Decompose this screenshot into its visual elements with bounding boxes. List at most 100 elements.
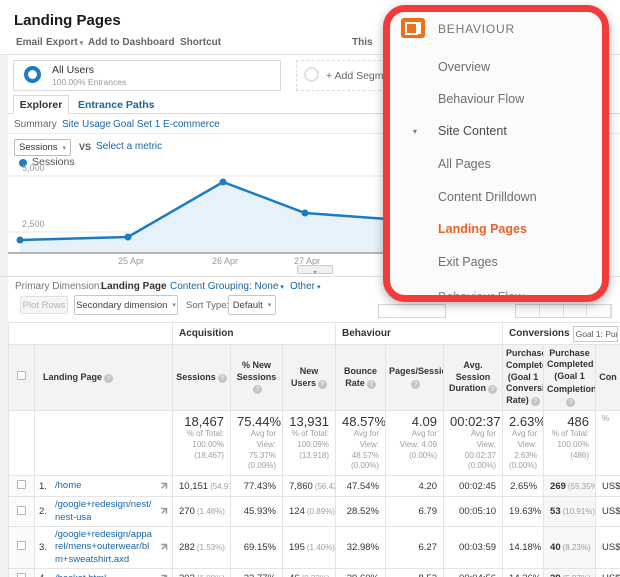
col-new-sessions[interactable]: % New Sessions? bbox=[231, 345, 283, 411]
col-new-users[interactable]: New Users? bbox=[283, 345, 336, 411]
cell-conversion-rate: 2.65% bbox=[503, 476, 544, 497]
subnav-goal-set-1[interactable]: Goal Set 1 bbox=[113, 119, 160, 130]
col-bounce-rate[interactable]: Bounce Rate? bbox=[336, 345, 386, 411]
table-row[interactable]: 3. /google+redesign/apparel/mens+outerwe… bbox=[9, 526, 620, 568]
y-tick-2500: 2,500 bbox=[22, 219, 45, 229]
total-value-partial: % bbox=[596, 411, 620, 476]
subnav-summary[interactable]: Summary bbox=[14, 119, 57, 130]
cell-new-sessions: 45.93% bbox=[231, 497, 283, 527]
cell-conversion-rate: 14.36% bbox=[503, 568, 544, 577]
help-icon[interactable]: ? bbox=[253, 385, 262, 394]
primary-dimension-label: Primary Dimension: bbox=[15, 281, 102, 292]
tab-explorer[interactable]: Explorer bbox=[13, 95, 69, 114]
total-new-users: 13,931% of Total: 100.09% (13,918) bbox=[283, 411, 336, 476]
col-landing-page[interactable]: Landing Page? bbox=[35, 345, 173, 411]
help-icon[interactable]: ? bbox=[566, 398, 575, 407]
menu-item-landing-pages[interactable]: Landing Pages bbox=[438, 222, 527, 236]
menu-item-overview[interactable]: Overview bbox=[438, 60, 490, 74]
subnav-ecommerce[interactable]: E-commerce bbox=[163, 119, 220, 130]
cell-bounce-rate: 47.54% bbox=[336, 476, 386, 497]
total-duration: 00:02:37Avg for View: 00:02:37 (0.00%) bbox=[444, 411, 503, 476]
table-search-input-partial[interactable] bbox=[378, 304, 446, 318]
col-goal-conversion-rate[interactable]: Purchase Completed (Goal 1 Conversion Ra… bbox=[503, 345, 544, 411]
table-row[interactable]: 4. /basket.html 202(1.09%) 22.77% 46(0.3… bbox=[9, 568, 620, 577]
select-all-checkbox[interactable] bbox=[9, 345, 35, 411]
row-checkbox[interactable] bbox=[9, 526, 35, 568]
help-icon[interactable]: ? bbox=[318, 380, 327, 389]
table-group-header-row: Acquisition Behaviour Conversions Goal 1… bbox=[9, 323, 620, 345]
y-tick-5000: 5,000 bbox=[22, 163, 45, 173]
tab-entrance-paths[interactable]: Entrance Paths bbox=[78, 99, 154, 111]
sort-type-label: Sort Type: bbox=[186, 300, 229, 311]
col-goal-completions-sorted[interactable]: Purchase Completed (Goal 1 Completions)↓… bbox=[544, 345, 596, 411]
table-view-buttons-partial[interactable] bbox=[515, 304, 612, 318]
menu-item-content-drilldown[interactable]: Content Drilldown bbox=[438, 190, 537, 204]
select-a-metric-link[interactable]: Select a metric bbox=[96, 141, 162, 152]
col-goal-value-partial[interactable]: Con bbox=[596, 345, 620, 411]
col-pages-session[interactable]: Pages/Session? bbox=[386, 345, 444, 411]
x-tick-26apr: 26 Apr bbox=[212, 256, 238, 266]
help-icon[interactable]: ? bbox=[367, 380, 376, 389]
chevron-down-icon: ▾ bbox=[268, 301, 272, 309]
primary-dimension-landing-page[interactable]: Landing Page bbox=[101, 281, 167, 292]
segment-donut-icon bbox=[24, 66, 41, 83]
shortcut-button[interactable]: Shortcut bbox=[180, 37, 221, 48]
external-link-icon[interactable] bbox=[159, 543, 168, 552]
row-checkbox[interactable] bbox=[9, 568, 35, 577]
goal-selector[interactable]: Goal 1: Purchase Comp bbox=[573, 326, 618, 342]
help-icon[interactable]: ? bbox=[488, 385, 497, 394]
cell-completions: 269(55.35%) bbox=[544, 476, 596, 497]
cell-completions: 53(10.91%) bbox=[544, 497, 596, 527]
add-to-dashboard-button[interactable]: Add to Dashboard bbox=[88, 37, 175, 48]
x-tick-25apr: 25 Apr bbox=[118, 256, 144, 266]
menu-item-behaviour-flow-2[interactable]: Behaviour Flow bbox=[438, 290, 524, 302]
cell-new-users: 46(0.33%) bbox=[283, 568, 336, 577]
date-range-partial[interactable]: This bbox=[352, 37, 373, 48]
cell-pages-session: 6.79 bbox=[386, 497, 444, 527]
metric-select[interactable]: Sessions▾ bbox=[14, 139, 71, 156]
sessions-line-chart[interactable] bbox=[8, 165, 388, 260]
sort-type-select[interactable]: Default▾ bbox=[228, 295, 276, 315]
row-number: 4. bbox=[39, 573, 50, 577]
menu-item-exit-pages[interactable]: Exit Pages bbox=[438, 255, 498, 269]
chart-expand-button[interactable]: ▾ bbox=[297, 265, 333, 274]
help-icon[interactable]: ? bbox=[218, 374, 227, 383]
row-checkbox[interactable] bbox=[9, 497, 35, 527]
landing-page-link[interactable]: /home bbox=[55, 480, 154, 492]
table-row[interactable]: 2. /google+redesign/nest/nest-usa 270(1.… bbox=[9, 497, 620, 527]
total-new-sessions: 75.44%Avg for View: 75.37% (0.09%) bbox=[231, 411, 283, 476]
menu-item-site-content[interactable]: Site Content bbox=[438, 124, 507, 138]
landing-page-link[interactable]: /basket.html bbox=[55, 573, 154, 577]
landing-page-link[interactable]: /google+redesign/nest/nest-usa bbox=[55, 499, 154, 524]
subnav-site-usage[interactable]: Site Usage bbox=[62, 119, 111, 130]
help-icon[interactable]: ? bbox=[531, 397, 540, 406]
help-icon[interactable]: ? bbox=[411, 380, 420, 389]
external-link-icon[interactable] bbox=[159, 482, 168, 491]
export-button[interactable]: Export▾ bbox=[46, 37, 83, 48]
col-sessions[interactable]: Sessions? bbox=[173, 345, 231, 411]
chevron-down-icon: ▾ bbox=[80, 40, 84, 47]
menu-item-all-pages[interactable]: All Pages bbox=[438, 157, 491, 171]
email-button[interactable]: Email bbox=[16, 37, 43, 48]
secondary-dimension-button[interactable]: Secondary dimension▾ bbox=[74, 295, 178, 315]
analytics-landing-pages-screen: Landing Pages Email Export▾ Add to Dashb… bbox=[0, 0, 620, 577]
cell-completions: 40(8.23%) bbox=[544, 526, 596, 568]
chevron-down-icon: ▾ bbox=[62, 144, 66, 152]
menu-item-behaviour-flow[interactable]: Behaviour Flow bbox=[438, 92, 524, 106]
col-avg-session-duration[interactable]: Avg. Session Duration? bbox=[444, 345, 503, 411]
help-icon[interactable]: ? bbox=[104, 374, 113, 383]
expand-arrow-icon[interactable]: ▾ bbox=[413, 127, 417, 136]
cell-conversion-rate: 19.63% bbox=[503, 497, 544, 527]
cell-duration: 00:02:45 bbox=[444, 476, 503, 497]
cell-completions: 29(5.97%) bbox=[544, 568, 596, 577]
table-row[interactable]: 1. /home 10,151(54.97%) 77.43% 7,860(56.… bbox=[9, 476, 620, 497]
external-link-icon[interactable] bbox=[159, 507, 168, 516]
group-header-behaviour: Behaviour bbox=[336, 323, 503, 345]
landing-page-link[interactable]: /google+redesign/apparel/mens+outerwear/… bbox=[55, 529, 154, 566]
row-checkbox[interactable] bbox=[9, 476, 35, 497]
content-grouping-link[interactable]: Content Grouping: None▾ bbox=[170, 281, 284, 292]
behaviour-section-icon bbox=[401, 18, 425, 38]
row-number: 1. bbox=[39, 481, 50, 492]
total-sessions: 18,467% of Total: 100.00% (18,467) bbox=[173, 411, 231, 476]
other-dimension-link[interactable]: Other▾ bbox=[290, 281, 321, 292]
